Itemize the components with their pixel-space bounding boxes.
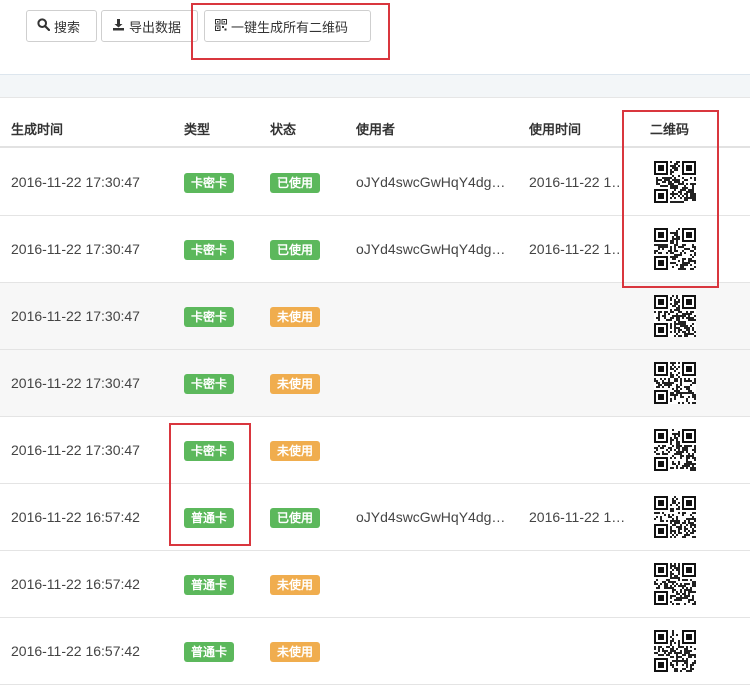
table-row: 2016-11-22 16:57:42 普通卡 已使用 oJYd4swcGwHqY4d… xyxy=(0,484,750,551)
search-button[interactable]: 搜索 xyxy=(26,10,97,42)
status-badge: 已使用 xyxy=(270,240,321,260)
used-time-cell xyxy=(529,551,639,617)
status-badge: 已使用 xyxy=(270,173,321,193)
table-row: 2016-11-22 17:30:47 卡密卡 已使用 oJYd4swcGwHqY4d… xyxy=(0,216,750,283)
type-badge: 普通卡 xyxy=(184,642,235,662)
used-time-cell: 2016-11-22 1… xyxy=(529,241,626,257)
export-button-label: 导出数据 xyxy=(129,19,182,35)
qrcode-image[interactable] xyxy=(654,429,696,471)
column-header-created-time: 生成时间 xyxy=(11,122,64,137)
download-icon xyxy=(112,18,125,34)
created-time-cell: 2016-11-22 17:30:47 xyxy=(11,308,140,324)
table-row: 2016-11-22 17:30:47 卡密卡 未使用 xyxy=(0,350,750,417)
qrcode-image[interactable] xyxy=(654,630,696,672)
column-header-user: 使用者 xyxy=(356,122,396,137)
used-time-cell xyxy=(529,618,639,684)
type-badge: 卡密卡 xyxy=(184,173,235,193)
qrcode-image[interactable] xyxy=(654,161,696,203)
used-time-cell: 2016-11-22 1… xyxy=(529,509,626,525)
created-time-cell: 2016-11-22 16:57:42 xyxy=(11,643,140,659)
column-header-status: 状态 xyxy=(270,122,297,137)
created-time-cell: 2016-11-22 17:30:47 xyxy=(11,174,140,190)
type-badge: 普通卡 xyxy=(184,508,235,528)
created-time-cell: 2016-11-22 17:30:47 xyxy=(11,241,140,257)
panel-band xyxy=(0,75,750,97)
used-time-cell xyxy=(529,417,639,483)
search-icon xyxy=(37,18,51,34)
column-header-qrcode: 二维码 xyxy=(650,122,690,137)
qrcode-image[interactable] xyxy=(654,228,696,270)
type-badge: 普通卡 xyxy=(184,575,235,595)
used-time-cell xyxy=(529,350,639,416)
user-cell xyxy=(356,283,521,349)
column-header-type: 类型 xyxy=(184,122,211,137)
column-header-used-time: 使用时间 xyxy=(529,122,582,137)
qrcode-image[interactable] xyxy=(654,563,696,605)
table-row: 2016-11-22 16:57:42 普通卡 未使用 xyxy=(0,551,750,618)
qrcode-icon xyxy=(215,18,227,34)
table-row: 2016-11-22 16:57:42 普通卡 未使用 xyxy=(0,618,750,685)
status-badge: 未使用 xyxy=(270,307,321,327)
qrcode-image[interactable] xyxy=(654,362,696,404)
qrcode-image[interactable] xyxy=(654,295,696,337)
user-cell xyxy=(356,417,521,483)
qrcode-image[interactable] xyxy=(654,496,696,538)
export-button[interactable]: 导出数据 xyxy=(101,10,198,42)
toolbar: 搜索 导出数据 一键生成所有二维码 xyxy=(0,0,750,75)
table-row: 2016-11-22 17:30:47 卡密卡 未使用 xyxy=(0,283,750,350)
status-badge: 已使用 xyxy=(270,508,321,528)
status-badge: 未使用 xyxy=(270,441,321,461)
generate-all-qr-button[interactable]: 一键生成所有二维码 xyxy=(204,10,371,42)
user-cell xyxy=(356,551,521,617)
user-cell xyxy=(356,618,521,684)
table-header: 生成时间 类型 状态 使用者 使用时间 二维码 xyxy=(0,97,750,148)
used-time-cell xyxy=(529,283,639,349)
type-badge: 卡密卡 xyxy=(184,240,235,260)
user-cell: oJYd4swcGwHqY4dg… xyxy=(356,241,506,257)
status-badge: 未使用 xyxy=(270,374,321,394)
type-badge: 卡密卡 xyxy=(184,441,235,461)
generate-all-qr-button-label: 一键生成所有二维码 xyxy=(231,19,349,35)
table-row: 2016-11-22 17:30:47 卡密卡 未使用 xyxy=(0,417,750,484)
type-badge: 卡密卡 xyxy=(184,307,235,327)
status-badge: 未使用 xyxy=(270,575,321,595)
created-time-cell: 2016-11-22 17:30:47 xyxy=(11,375,140,391)
created-time-cell: 2016-11-22 16:57:42 xyxy=(11,576,140,592)
type-badge: 卡密卡 xyxy=(184,374,235,394)
status-badge: 未使用 xyxy=(270,642,321,662)
table-row: 2016-11-22 17:30:47 卡密卡 已使用 oJYd4swcGwHqY4d… xyxy=(0,149,750,216)
created-time-cell: 2016-11-22 17:30:47 xyxy=(11,442,140,458)
user-cell: oJYd4swcGwHqY4dg… xyxy=(356,509,506,525)
created-time-cell: 2016-11-22 16:57:42 xyxy=(11,509,140,525)
used-time-cell: 2016-11-22 1… xyxy=(529,174,626,190)
user-cell xyxy=(356,350,521,416)
search-button-label: 搜索 xyxy=(54,19,81,35)
user-cell: oJYd4swcGwHqY4dg… xyxy=(356,174,506,190)
